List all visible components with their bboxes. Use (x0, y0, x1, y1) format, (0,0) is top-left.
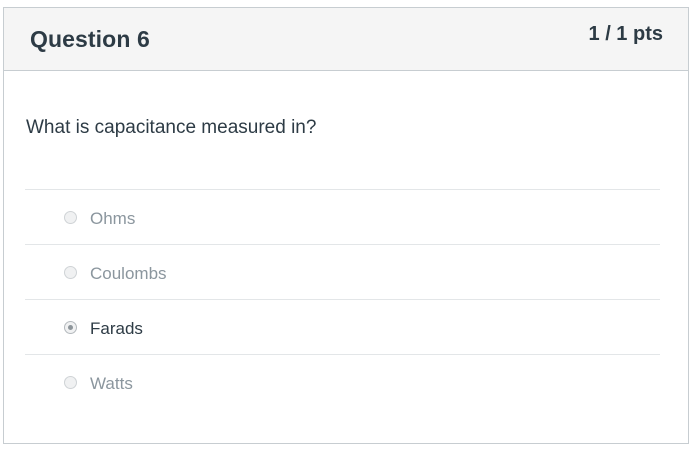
answer-option-coulombs[interactable]: Coulombs (25, 244, 660, 299)
question-title: Question 6 (30, 26, 150, 52)
points-score: 1 / 1 pts (588, 23, 663, 45)
radio-button-ohms[interactable] (64, 211, 77, 224)
answer-label-farads: Farads (90, 319, 143, 338)
question-header: Question 6 1 / 1 pts (4, 8, 688, 71)
answer-label-coulombs: Coulombs (90, 264, 167, 283)
radio-button-coulombs[interactable] (64, 266, 77, 279)
answer-option-ohms[interactable]: Ohms (25, 189, 660, 244)
radio-button-watts[interactable] (64, 376, 77, 389)
question-text: What is capacitance measured in? (26, 117, 317, 138)
answer-list: Ohms Coulombs Farads Watts (25, 189, 660, 409)
answer-label-watts: Watts (90, 374, 133, 393)
answer-option-watts[interactable]: Watts (25, 354, 660, 409)
answer-label-ohms: Ohms (90, 209, 136, 228)
radio-button-farads[interactable] (64, 321, 77, 334)
answer-option-farads[interactable]: Farads (25, 299, 660, 354)
